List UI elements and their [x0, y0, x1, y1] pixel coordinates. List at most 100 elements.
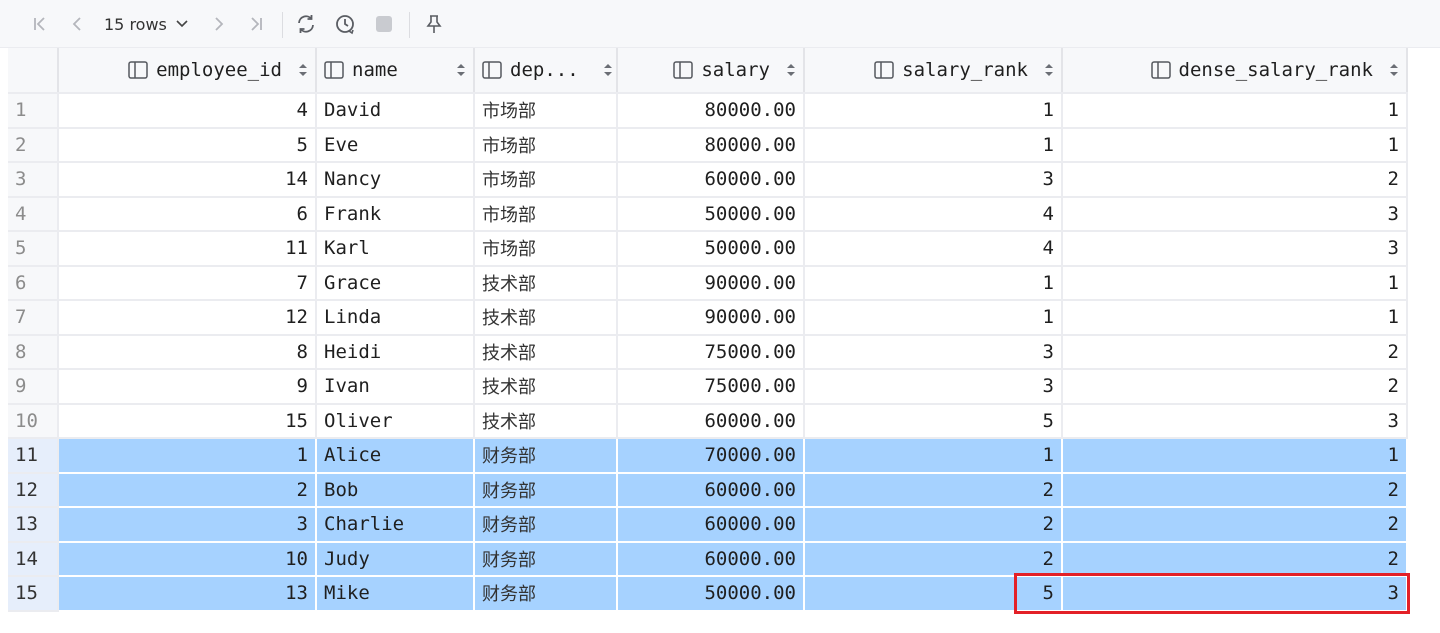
cell-employee-id[interactable]: 11 [58, 231, 317, 267]
cell-department[interactable]: 市场部 [474, 93, 618, 129]
table-row[interactable]: 6 7 Grace 技术部 90000.00 1 1 [8, 265, 1408, 301]
cell-salary-rank[interactable]: 2 [804, 472, 1063, 508]
cell-salary[interactable]: 75000.00 [617, 334, 805, 370]
cell-dense-salary-rank[interactable]: 2 [1062, 334, 1408, 370]
cell-dense-salary-rank[interactable]: 2 [1062, 162, 1408, 198]
cell-dense-salary-rank[interactable]: 3 [1062, 231, 1408, 267]
cell-department[interactable]: 技术部 [474, 300, 618, 336]
sort-icon[interactable] [603, 63, 613, 77]
cell-salary-rank[interactable]: 4 [804, 196, 1063, 232]
cell-name[interactable]: Charlie [316, 507, 475, 543]
cell-employee-id[interactable]: 5 [58, 127, 317, 163]
table-row[interactable]: 14 10 Judy 财务部 60000.00 2 2 [8, 541, 1408, 577]
table-row[interactable]: 3 14 Nancy 市场部 60000.00 3 2 [8, 162, 1408, 198]
cell-department[interactable]: 财务部 [474, 507, 618, 543]
cell-employee-id[interactable]: 2 [58, 472, 317, 508]
cell-name[interactable]: Nancy [316, 162, 475, 198]
cell-department[interactable]: 技术部 [474, 369, 618, 405]
cell-dense-salary-rank[interactable]: 1 [1062, 300, 1408, 336]
cell-name[interactable]: David [316, 93, 475, 129]
cell-salary-rank[interactable]: 5 [804, 403, 1063, 439]
stop-icon[interactable] [370, 10, 398, 38]
cell-department[interactable]: 市场部 [474, 127, 618, 163]
table-row[interactable]: 5 11 Karl 市场部 50000.00 4 3 [8, 231, 1408, 267]
sort-icon[interactable] [456, 63, 466, 77]
cell-employee-id[interactable]: 12 [58, 300, 317, 336]
cell-dense-salary-rank[interactable]: 3 [1062, 576, 1408, 612]
cell-dense-salary-rank[interactable]: 2 [1062, 472, 1408, 508]
cell-department[interactable]: 技术部 [474, 403, 618, 439]
cell-salary-rank[interactable]: 1 [804, 127, 1063, 163]
column-header-department[interactable]: dep... [474, 48, 618, 94]
cell-name[interactable]: Mike [316, 576, 475, 612]
cell-salary[interactable]: 75000.00 [617, 369, 805, 405]
table-row[interactable]: 10 15 Oliver 技术部 60000.00 5 3 [8, 403, 1408, 439]
prev-page-icon[interactable] [64, 10, 92, 38]
cell-salary-rank[interactable]: 4 [804, 231, 1063, 267]
cell-department[interactable]: 财务部 [474, 472, 618, 508]
cell-salary[interactable]: 50000.00 [617, 576, 805, 612]
cell-salary-rank[interactable]: 1 [804, 93, 1063, 129]
first-page-icon[interactable] [26, 10, 54, 38]
sort-icon[interactable] [1044, 63, 1054, 77]
cell-employee-id[interactable]: 10 [58, 541, 317, 577]
cell-dense-salary-rank[interactable]: 1 [1062, 93, 1408, 129]
rows-count-dropdown[interactable]: 15 rows [104, 10, 189, 38]
column-header-salary-rank[interactable]: salary_rank [804, 48, 1063, 94]
cell-department[interactable]: 财务部 [474, 576, 618, 612]
cell-department[interactable]: 财务部 [474, 541, 618, 577]
cell-salary-rank[interactable]: 1 [804, 438, 1063, 474]
last-page-icon[interactable] [242, 10, 270, 38]
cell-salary-rank[interactable]: 1 [804, 265, 1063, 301]
pin-icon[interactable] [420, 10, 448, 38]
sort-icon[interactable] [786, 63, 796, 77]
cell-salary-rank[interactable]: 2 [804, 507, 1063, 543]
cell-employee-id[interactable]: 14 [58, 162, 317, 198]
refresh-icon[interactable] [292, 10, 320, 38]
cell-department[interactable]: 技术部 [474, 265, 618, 301]
cell-salary[interactable]: 60000.00 [617, 472, 805, 508]
cell-dense-salary-rank[interactable]: 1 [1062, 127, 1408, 163]
cell-dense-salary-rank[interactable]: 2 [1062, 507, 1408, 543]
cell-salary-rank[interactable]: 3 [804, 162, 1063, 198]
cell-name[interactable]: Oliver [316, 403, 475, 439]
cell-name[interactable]: Eve [316, 127, 475, 163]
sort-icon[interactable] [298, 63, 308, 77]
cell-salary-rank[interactable]: 5 [804, 576, 1063, 612]
cell-name[interactable]: Alice [316, 438, 475, 474]
cell-dense-salary-rank[interactable]: 2 [1062, 541, 1408, 577]
cell-employee-id[interactable]: 3 [58, 507, 317, 543]
cell-salary[interactable]: 60000.00 [617, 507, 805, 543]
cell-department[interactable]: 市场部 [474, 162, 618, 198]
table-row[interactable]: 9 9 Ivan 技术部 75000.00 3 2 [8, 369, 1408, 405]
cell-dense-salary-rank[interactable]: 1 [1062, 265, 1408, 301]
cell-department[interactable]: 技术部 [474, 334, 618, 370]
table-row[interactable]: 11 1 Alice 财务部 70000.00 1 1 [8, 438, 1408, 474]
cell-salary[interactable]: 80000.00 [617, 93, 805, 129]
cell-department[interactable]: 市场部 [474, 196, 618, 232]
cell-salary-rank[interactable]: 3 [804, 369, 1063, 405]
cell-salary[interactable]: 50000.00 [617, 231, 805, 267]
cell-dense-salary-rank[interactable]: 3 [1062, 196, 1408, 232]
cell-salary[interactable]: 60000.00 [617, 162, 805, 198]
column-header-employee-id[interactable]: employee_id [58, 48, 317, 94]
cell-dense-salary-rank[interactable]: 2 [1062, 369, 1408, 405]
table-row[interactable]: 15 13 Mike 财务部 50000.00 5 3 [8, 576, 1408, 612]
table-row[interactable]: 2 5 Eve 市场部 80000.00 1 1 [8, 127, 1408, 163]
cell-dense-salary-rank[interactable]: 3 [1062, 403, 1408, 439]
cell-name[interactable]: Judy [316, 541, 475, 577]
cell-employee-id[interactable]: 6 [58, 196, 317, 232]
sort-icon[interactable] [1389, 63, 1399, 77]
cell-employee-id[interactable]: 1 [58, 438, 317, 474]
cell-salary[interactable]: 90000.00 [617, 265, 805, 301]
cell-salary[interactable]: 70000.00 [617, 438, 805, 474]
cell-department[interactable]: 市场部 [474, 231, 618, 267]
cell-name[interactable]: Frank [316, 196, 475, 232]
table-row[interactable]: 13 3 Charlie 财务部 60000.00 2 2 [8, 507, 1408, 543]
cell-name[interactable]: Ivan [316, 369, 475, 405]
cell-name[interactable]: Karl [316, 231, 475, 267]
table-row[interactable]: 1 4 David 市场部 80000.00 1 1 [8, 93, 1408, 129]
column-header-dense-salary-rank[interactable]: dense_salary_rank [1062, 48, 1408, 94]
cell-employee-id[interactable]: 13 [58, 576, 317, 612]
cell-name[interactable]: Linda [316, 300, 475, 336]
